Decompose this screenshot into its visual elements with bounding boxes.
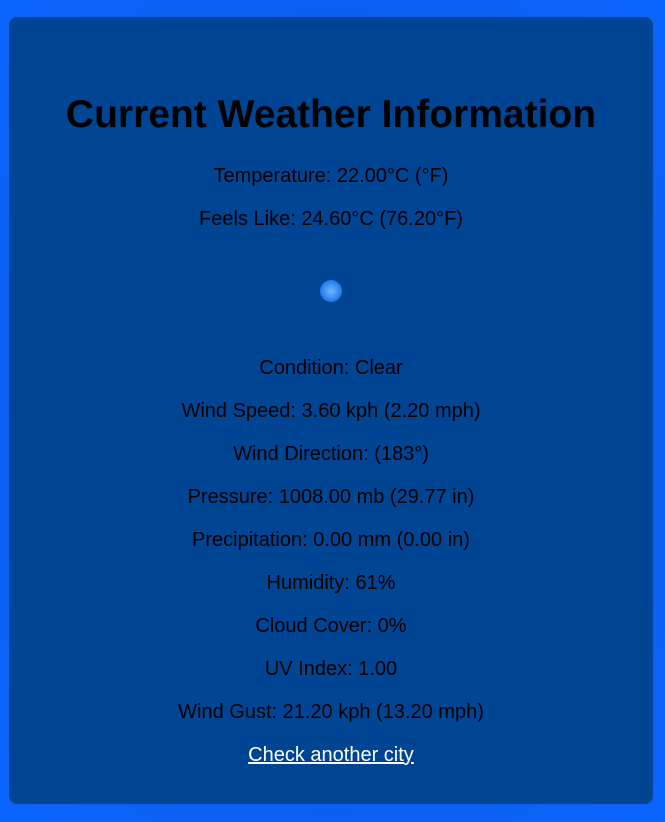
check-another-city-container: Check another city [9, 743, 653, 767]
precipitation-text: Precipitation: 0.00 mm (0.00 in) [192, 529, 470, 551]
wind-direction-text: Wind Direction: (183°) [233, 443, 429, 465]
wind-gust-text: Wind Gust: 21.20 kph (13.20 mph) [178, 701, 484, 723]
temperature-text: Temperature: 22.00°C (°F) [213, 165, 449, 187]
condition-text: Condition: Clear [259, 357, 403, 379]
clear-night-moon-icon [320, 280, 342, 302]
pressure-text: Pressure: 1008.00 mb (29.77 in) [187, 486, 475, 508]
page-title: Current Weather Information [65, 93, 597, 136]
wind-speed-text: Wind Speed: 3.60 kph (2.20 mph) [181, 400, 481, 422]
feels-like-text: Feels Like: 24.60°C (76.20°F) [199, 208, 463, 230]
humidity-text: Humidity: 61% [266, 572, 396, 594]
check-another-city-link[interactable]: Check another city [248, 744, 414, 766]
uv-index-text: UV Index: 1.00 [264, 658, 398, 680]
cloud-cover-text: Cloud Cover: 0% [255, 615, 407, 637]
condition-icon-container [9, 278, 653, 304]
weather-card: Current Weather Information Temperature:… [9, 17, 653, 804]
